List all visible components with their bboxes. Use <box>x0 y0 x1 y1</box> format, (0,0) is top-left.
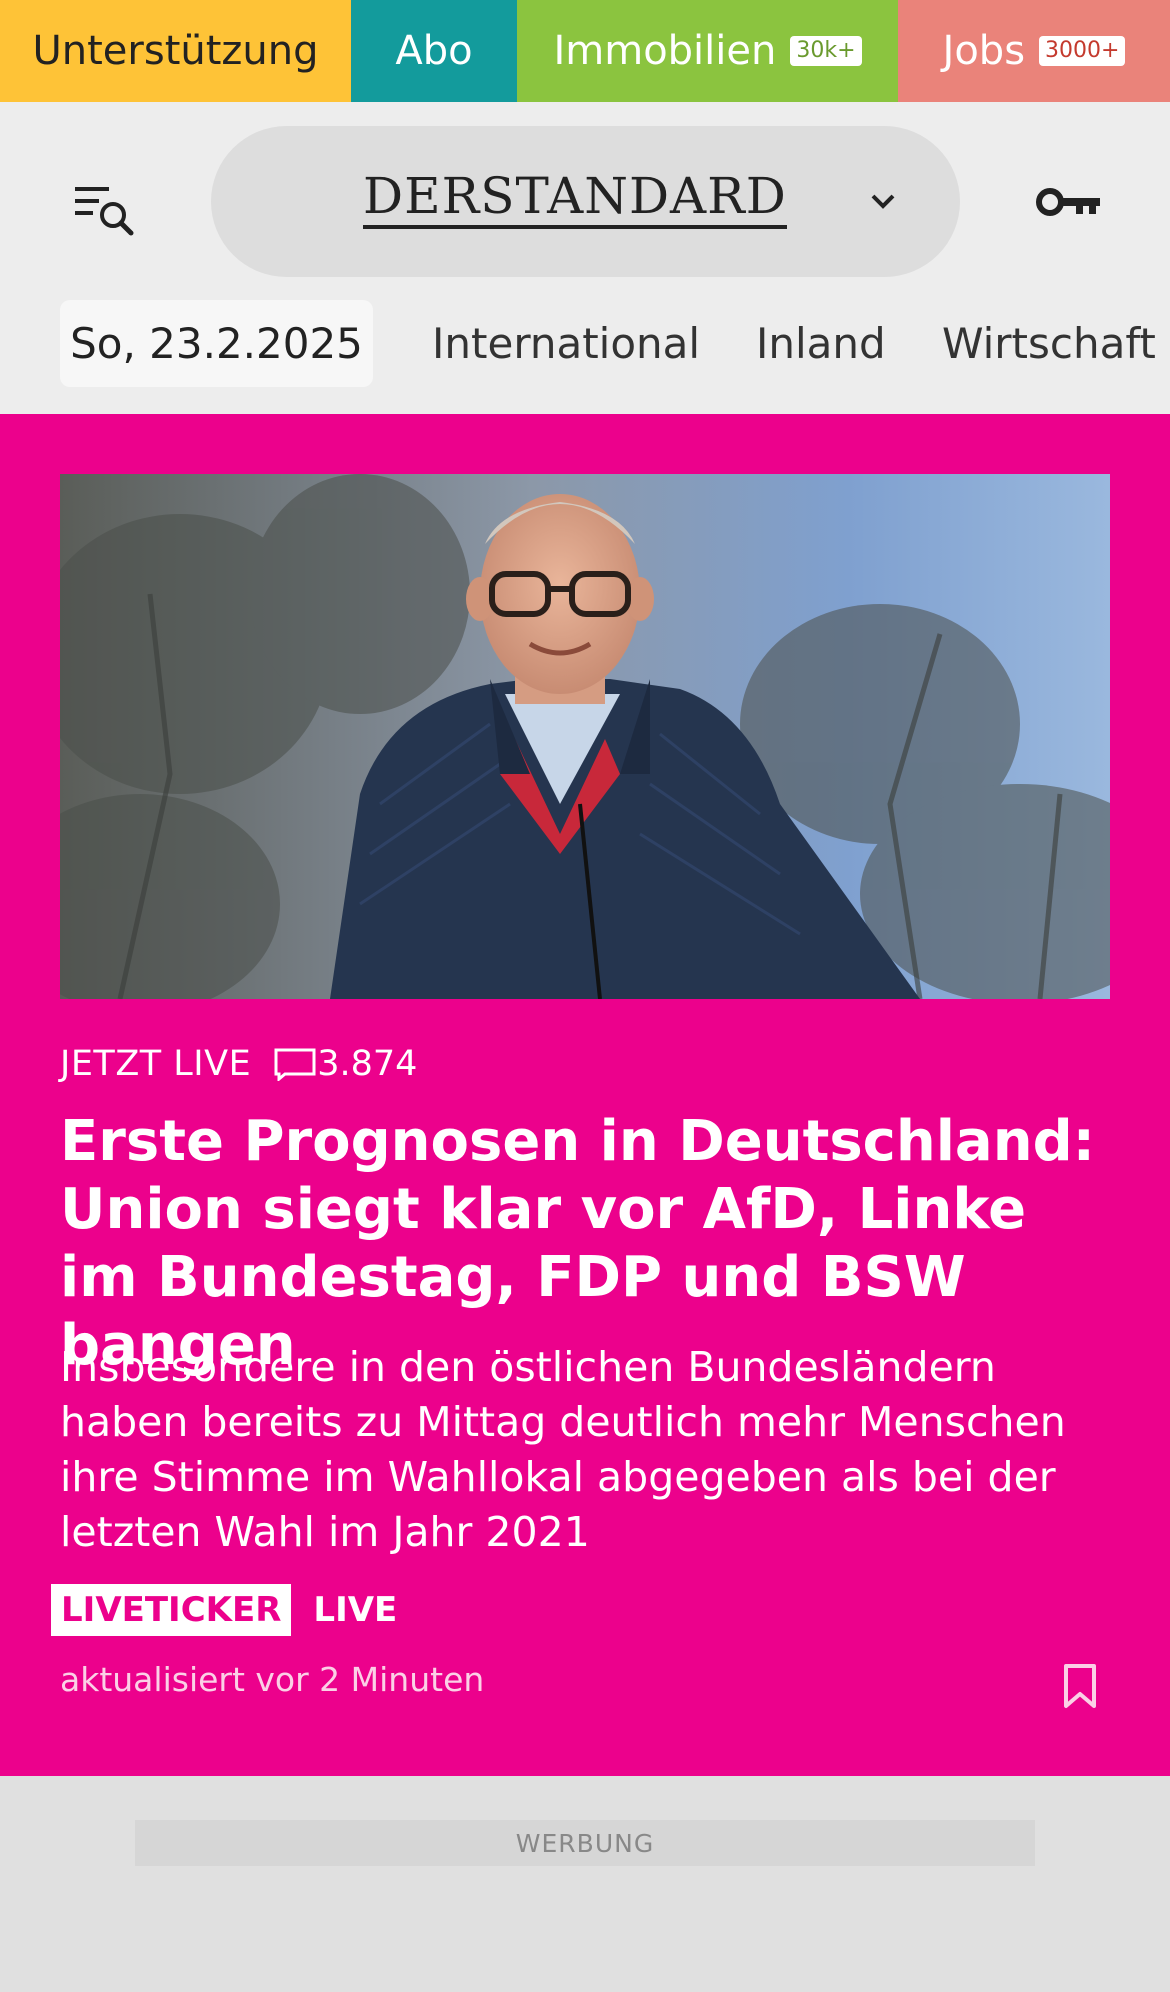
live-tag: LIVE <box>313 1590 398 1630</box>
chevron-down-icon[interactable] <box>864 182 902 220</box>
live-kicker: JETZT LIVE <box>60 1044 252 1084</box>
liveticker-tag: LIVETICKER <box>51 1584 292 1636</box>
site-logo: DERSTANDARD <box>363 170 787 229</box>
updated-timestamp: aktualisiert vor 2 Minuten <box>60 1660 485 1699</box>
hero-article[interactable]: JETZT LIVE 3.874 Erste Prognosen in Deut… <box>0 414 1170 1776</box>
comment-count-value: 3.874 <box>317 1044 418 1084</box>
article-tags: LIVETICKER LIVE <box>51 1584 397 1636</box>
article-kicker: JETZT LIVE 3.874 <box>60 1044 417 1084</box>
jobs-badge: 3000+ <box>1039 36 1126 66</box>
article-photo[interactable] <box>60 474 1110 999</box>
nav-item-inland[interactable]: Inland <box>756 300 886 387</box>
menu-search-button[interactable] <box>60 174 150 248</box>
comment-count[interactable]: 3.874 <box>273 1044 417 1084</box>
jobs-link[interactable]: Jobs 3000+ <box>898 0 1170 102</box>
bookmark-button[interactable] <box>1060 1662 1100 1710</box>
date-chip[interactable]: So, 23.2.2025 <box>60 300 373 387</box>
jobs-label: Jobs <box>942 28 1026 74</box>
support-label: Unterstützung <box>32 28 319 74</box>
nav-item-wirtschaft[interactable]: Wirtschaft <box>942 300 1170 387</box>
abo-link[interactable]: Abo <box>351 0 517 102</box>
support-link[interactable]: Unterstützung <box>0 0 351 102</box>
abo-label: Abo <box>395 28 473 74</box>
section-nav: So, 23.2.2025 International Inland Wirts… <box>0 300 1170 390</box>
ad-label: WERBUNG <box>135 1820 1035 1866</box>
logo-pill[interactable]: DERSTANDARD <box>211 126 960 277</box>
site-header: DERSTANDARD So, 23.2.2025 International … <box>0 102 1170 414</box>
bookmark-icon <box>1064 1664 1096 1708</box>
comment-icon <box>274 1048 316 1081</box>
key-icon <box>1036 188 1100 216</box>
immobilien-link[interactable]: Immobilien 30k+ <box>517 0 898 102</box>
login-button[interactable] <box>1030 174 1110 230</box>
immobilien-label: Immobilien <box>553 28 777 74</box>
article-teaser: Insbesondere in den östlichen Bundesländ… <box>60 1343 1066 1556</box>
nav-item-international[interactable]: International <box>432 300 700 387</box>
menu-search-icon <box>75 187 134 236</box>
promo-bar: Unterstützung Abo Immobilien 30k+ Jobs 3… <box>0 0 1170 102</box>
immobilien-badge: 30k+ <box>790 36 862 66</box>
